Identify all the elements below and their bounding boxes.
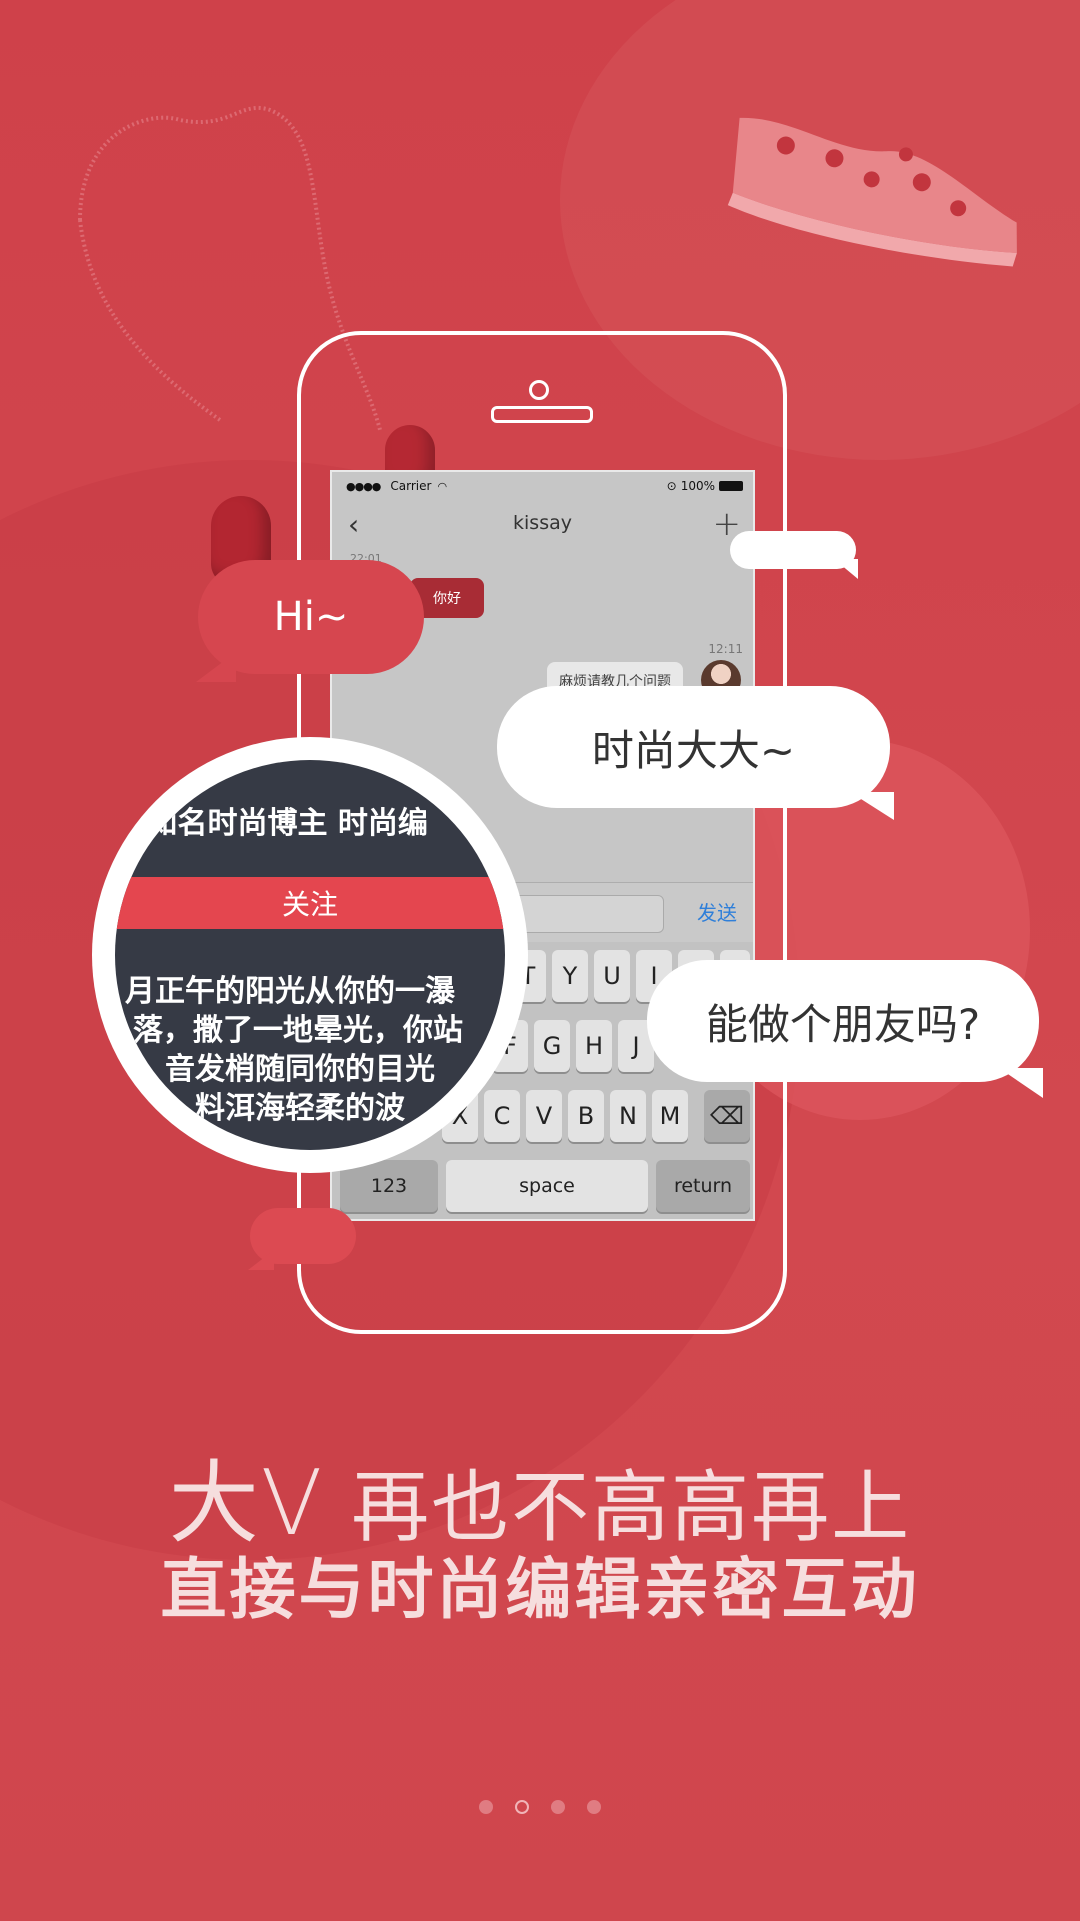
lock-rotation-icon: ⊙ [666,479,677,493]
battery-icon [719,481,743,491]
signal-icon: ●●●● [346,479,381,493]
magnifier-lens: 人 知名时尚博主 时尚编 关注 月正午的阳光从你的一瀑 落，撒了一地晕光，你站 … [92,737,528,1173]
back-icon[interactable]: ‹ [348,508,359,541]
send-button[interactable]: 发送 [697,897,737,926]
message-timestamp: 12:11 [708,642,743,656]
carrier-label: Carrier [390,479,432,493]
follow-button[interactable]: 关注 [115,877,505,929]
key[interactable]: H [576,1020,612,1072]
hi-speech-bubble: Hi~ [196,560,424,682]
key[interactable]: B [568,1090,604,1142]
page-dot-active[interactable] [515,1800,529,1814]
key[interactable]: G [534,1020,570,1072]
hi-bubble-text: Hi~ [273,594,349,640]
fashion-bubble-text: 时尚大大~ [591,725,796,775]
key[interactable]: N [610,1090,646,1142]
page-dot[interactable] [551,1800,565,1814]
wifi-icon: ◠ [437,479,448,493]
bio-line: 落，撒了一地晕光，你站 [133,1013,463,1048]
bio-line: 音发梢随同你的目光 [165,1052,435,1087]
page-indicator [0,1800,1080,1814]
page-dot[interactable] [587,1800,601,1814]
friend-speech-bubble: 能做个朋友吗? [647,960,1043,1098]
bio-line: 月正午的阳光从你的一瀑 [125,974,455,1009]
key[interactable]: V [526,1090,562,1142]
space-key[interactable]: space [446,1160,648,1212]
phone-speaker [491,406,593,423]
chat-title: kissay [513,512,572,534]
key[interactable]: M [652,1090,688,1142]
onboarding-screen: ●●●● Carrier ◠ ⊙ 100% ‹ kissay + 22:01 你… [0,0,1080,1921]
battery-percent: 100% [680,479,715,493]
friend-bubble-text: 能做个朋友吗? [705,999,981,1049]
return-key[interactable]: return [656,1160,750,1212]
profile-description: 人 知名时尚博主 时尚编 [115,806,428,841]
key[interactable]: Y [552,950,588,1002]
status-bar: ●●●● Carrier ◠ ⊙ 100% [332,472,753,500]
page-dot[interactable] [479,1800,493,1814]
empty-speech-bubble [730,531,858,579]
key[interactable]: U [594,950,630,1002]
bio-line: 料洱海轻柔的波 [195,1091,405,1126]
profile-bio: 月正午的阳光从你的一瀑 落，撒了一地晕光，你站 音发梢随同你的目光 料洱海轻柔的… [125,972,505,1128]
empty-speech-bubble [248,1208,356,1270]
chat-nav-bar: ‹ kissay + [332,500,753,546]
fashion-speech-bubble: 时尚大大~ [497,686,894,820]
headline-line-2: 直接与时尚编辑亲密互动 [160,1550,920,1628]
magnified-profile: 人 知名时尚博主 时尚编 关注 月正午的阳光从你的一瀑 落，撒了一地晕光，你站 … [115,760,505,1150]
delete-key[interactable]: ⌫ [704,1090,750,1142]
battery-status: ⊙ 100% [667,479,743,493]
phone-camera [529,380,549,400]
